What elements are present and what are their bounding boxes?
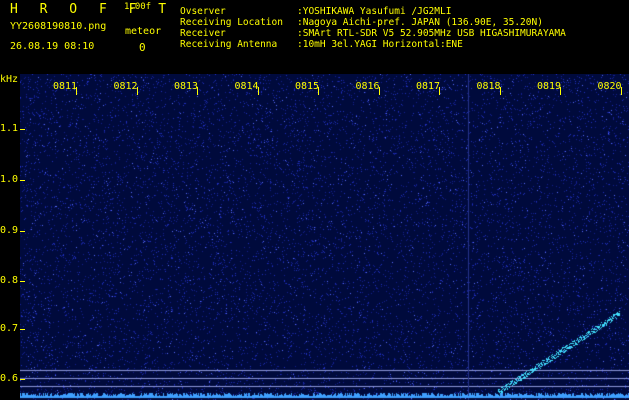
time-tick bbox=[318, 87, 319, 95]
info-keys: Ovserver Receiving Location Receiver Rec… bbox=[180, 6, 283, 50]
time-label: 0814 bbox=[234, 81, 259, 92]
time-label: 0820 bbox=[597, 81, 622, 92]
time-label: 0816 bbox=[355, 81, 380, 92]
time-tick bbox=[499, 87, 501, 95]
freq-tick bbox=[20, 379, 25, 380]
time-tick bbox=[257, 87, 259, 95]
time-tick bbox=[620, 87, 622, 95]
time-label: 0818 bbox=[476, 81, 501, 92]
time-tick bbox=[76, 87, 77, 95]
spectrogram bbox=[20, 74, 629, 400]
time-tick bbox=[560, 87, 561, 95]
freq-label: 1.0 bbox=[0, 174, 19, 185]
info-key: Receiving Antenna bbox=[180, 39, 278, 50]
info-value: :YOSHIKAWA Yasufumi /JG2MLI bbox=[297, 6, 452, 17]
time-label: 0811 bbox=[53, 81, 78, 92]
time-tick bbox=[136, 87, 138, 95]
time-label: 0817 bbox=[416, 81, 441, 92]
info-value: :Nagoya Aichi-pref. JAPAN (136.90E, 35.2… bbox=[297, 17, 543, 28]
time-label: 0812 bbox=[113, 81, 138, 92]
freq-tick bbox=[20, 129, 25, 130]
freq-tick bbox=[20, 180, 25, 181]
time-tick bbox=[439, 87, 440, 95]
timestamp: 26.08.19 08:10 bbox=[10, 41, 95, 52]
meteor-label: meteor bbox=[125, 26, 162, 37]
freq-tick bbox=[20, 231, 25, 232]
freq-label: 0.8 bbox=[0, 275, 19, 286]
hrofft-window: H R O F F T 1.00f YY2608190810.png meteo… bbox=[0, 0, 629, 400]
file-name: YY2608190810.png bbox=[10, 21, 107, 32]
info-value: :SMArt RTL-SDR V5 52.905MHz USB HIGASHIM… bbox=[297, 28, 566, 39]
time-label: 0815 bbox=[295, 81, 320, 92]
time-tick bbox=[197, 87, 198, 95]
info-key: Ovserver bbox=[180, 6, 226, 17]
info-values: :YOSHIKAWA Yasufumi /JG2MLI :Nagoya Aich… bbox=[297, 6, 566, 50]
freq-label: 0.7 bbox=[0, 323, 19, 334]
freq-label: 0.6 bbox=[0, 373, 19, 384]
freq-tick bbox=[20, 329, 25, 330]
freq-label: 1.1 bbox=[0, 123, 19, 134]
info-value: :10mH 3el.YAGI Horizontal:ENE bbox=[297, 39, 463, 50]
spectrogram-canvas bbox=[20, 74, 629, 400]
info-key: Receiver bbox=[180, 28, 226, 39]
info-key: Receiving Location bbox=[180, 17, 283, 28]
app-version: 1.00f bbox=[124, 2, 152, 12]
freq-tick bbox=[20, 281, 25, 282]
time-tick bbox=[378, 87, 380, 95]
time-label: 0819 bbox=[537, 81, 562, 92]
freq-label: 0.9 bbox=[0, 225, 19, 236]
time-label: 0813 bbox=[174, 81, 199, 92]
frequency-unit: kHz bbox=[0, 74, 19, 85]
meteor-count: 0 bbox=[139, 41, 146, 54]
